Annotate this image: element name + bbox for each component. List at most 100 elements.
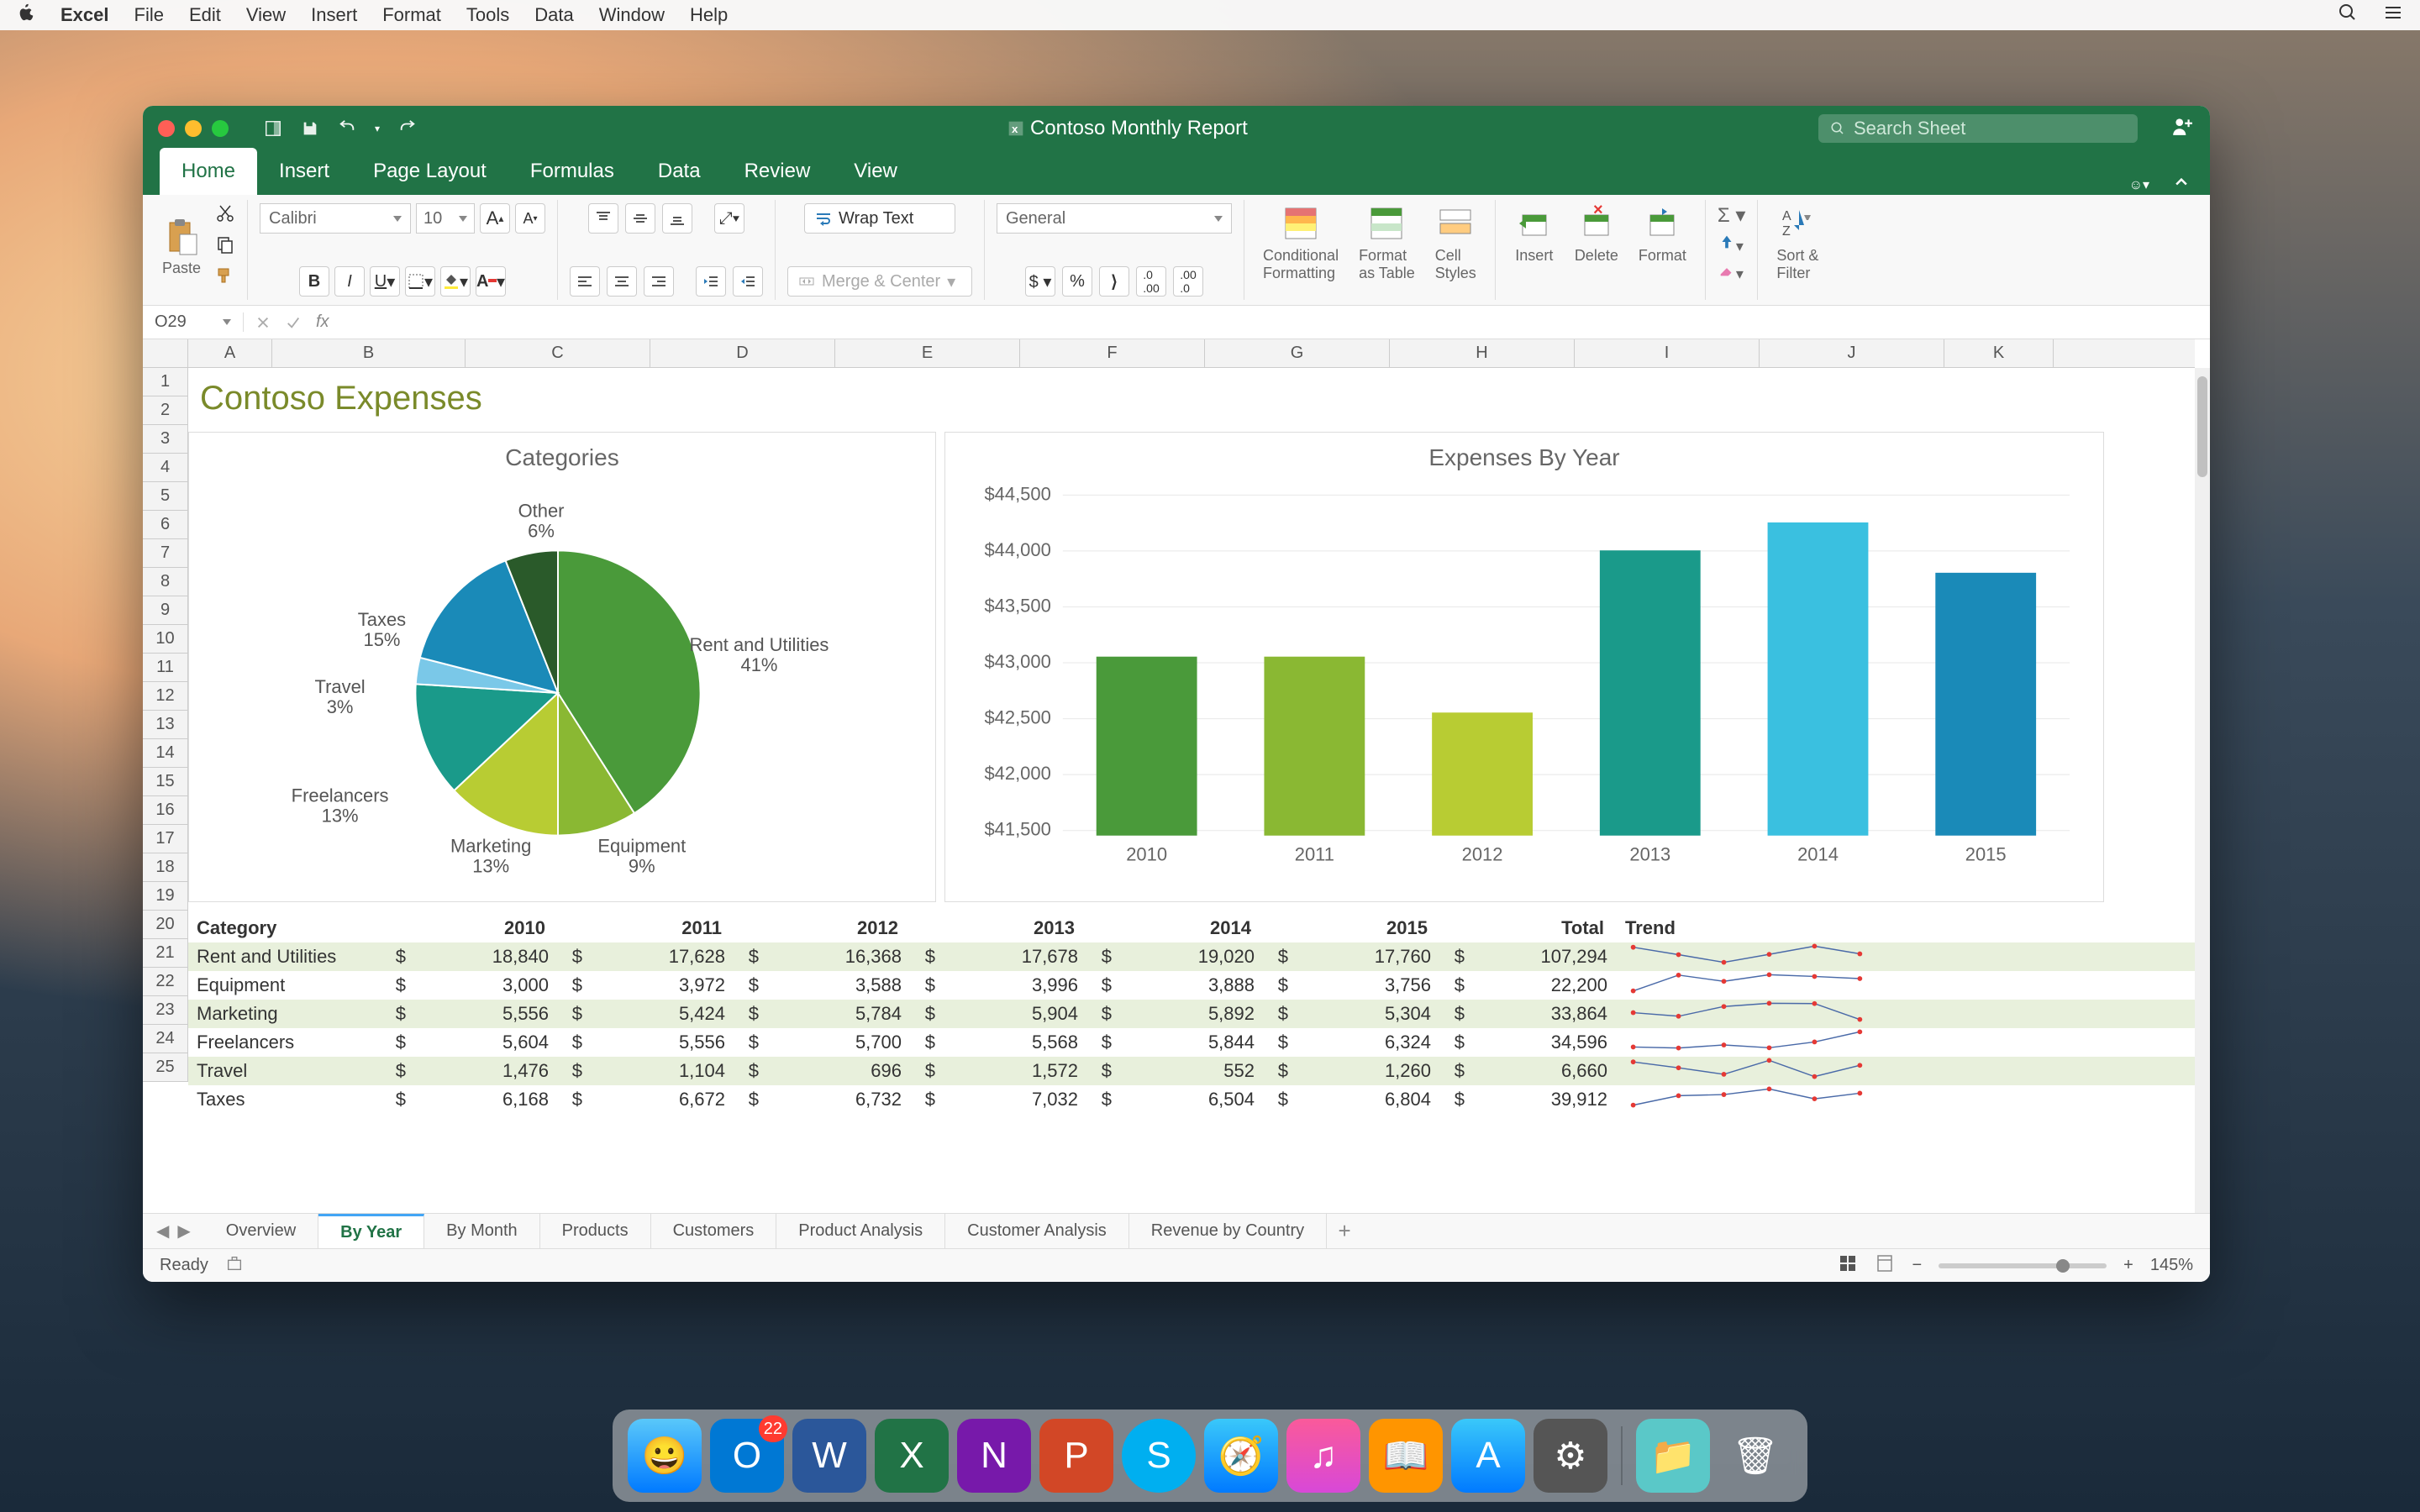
menu-list-icon[interactable] — [2383, 3, 2403, 28]
sheet-nav-next[interactable]: ▶ — [177, 1221, 190, 1242]
zoom-level[interactable]: 145% — [2150, 1256, 2193, 1275]
menu-view[interactable]: View — [246, 4, 286, 26]
border-button[interactable]: ▾ — [405, 266, 435, 297]
apple-icon[interactable] — [17, 3, 35, 27]
menu-app[interactable]: Excel — [60, 4, 109, 26]
row-header-10[interactable]: 10 — [143, 625, 187, 654]
zoom-out-button[interactable]: − — [1912, 1256, 1922, 1275]
row-header-20[interactable]: 20 — [143, 911, 187, 939]
align-left-button[interactable] — [570, 266, 600, 297]
row-header-19[interactable]: 19 — [143, 882, 187, 911]
collapse-ribbon-icon[interactable] — [2173, 174, 2190, 195]
feedback-icon[interactable]: ☺▾ — [2129, 176, 2149, 193]
search-sheet-input[interactable]: Search Sheet — [1818, 114, 2138, 143]
dock-trash[interactable]: 🗑 — [1718, 1419, 1792, 1493]
enter-icon[interactable] — [286, 315, 301, 330]
number-format-select[interactable]: General — [997, 203, 1232, 234]
menu-window[interactable]: Window — [599, 4, 665, 26]
dock-ibooks[interactable]: 📖 — [1369, 1419, 1443, 1493]
zoom-button[interactable] — [212, 120, 229, 137]
dock-skype[interactable]: S — [1122, 1419, 1196, 1493]
sheet-tab-customers[interactable]: Customers — [651, 1214, 777, 1248]
row-header-9[interactable]: 9 — [143, 596, 187, 625]
spotlight-icon[interactable] — [2338, 3, 2358, 28]
row-header-1[interactable]: 1 — [143, 368, 187, 396]
tab-home[interactable]: Home — [160, 148, 257, 195]
increase-decimal-button[interactable]: .0.00 — [1136, 266, 1166, 297]
add-sheet-button[interactable]: + — [1327, 1218, 1362, 1244]
col-header-H[interactable]: H — [1390, 339, 1575, 367]
col-header-A[interactable]: A — [188, 339, 272, 367]
undo-dropdown[interactable]: ▾ — [375, 123, 380, 134]
row-header-12[interactable]: 12 — [143, 682, 187, 711]
col-header-D[interactable]: D — [650, 339, 835, 367]
format-painter-icon[interactable] — [215, 265, 235, 290]
zoom-in-button[interactable]: + — [2123, 1256, 2133, 1275]
row-header-11[interactable]: 11 — [143, 654, 187, 682]
dock-settings[interactable]: ⚙ — [1534, 1419, 1607, 1493]
col-header-F[interactable]: F — [1020, 339, 1205, 367]
sheet-tab-product-analysis[interactable]: Product Analysis — [776, 1214, 945, 1248]
row-header-13[interactable]: 13 — [143, 711, 187, 739]
sheet-tab-by-month[interactable]: By Month — [424, 1214, 539, 1248]
col-header-B[interactable]: B — [272, 339, 466, 367]
tab-page-layout[interactable]: Page Layout — [351, 148, 508, 195]
autosave-icon[interactable] — [264, 119, 282, 138]
sheet-tab-products[interactable]: Products — [540, 1214, 651, 1248]
paste-button[interactable]: Paste — [155, 216, 208, 277]
decrease-indent-button[interactable] — [696, 266, 726, 297]
view-normal-icon[interactable] — [1838, 1253, 1858, 1278]
dock-word[interactable]: W — [792, 1419, 866, 1493]
tab-formulas[interactable]: Formulas — [508, 148, 636, 195]
view-page-layout-icon[interactable] — [1875, 1253, 1895, 1278]
macro-icon[interactable] — [225, 1254, 244, 1278]
dock-downloads[interactable]: 📁 — [1636, 1419, 1710, 1493]
dock-finder[interactable]: 😀 — [628, 1419, 702, 1493]
undo-icon[interactable] — [338, 119, 356, 138]
row-header-16[interactable]: 16 — [143, 796, 187, 825]
percent-button[interactable]: % — [1062, 266, 1092, 297]
tab-view[interactable]: View — [832, 148, 919, 195]
sheet-nav-prev[interactable]: ◀ — [156, 1221, 169, 1242]
sheet-tab-revenue-by-country[interactable]: Revenue by Country — [1129, 1214, 1327, 1248]
col-header-G[interactable]: G — [1205, 339, 1390, 367]
increase-font-button[interactable]: A▴ — [480, 203, 510, 234]
sheet-tab-customer-analysis[interactable]: Customer Analysis — [945, 1214, 1129, 1248]
format-cells-button[interactable]: Format — [1632, 203, 1693, 265]
row-header-18[interactable]: 18 — [143, 853, 187, 882]
row-header-22[interactable]: 22 — [143, 968, 187, 996]
dock-safari[interactable]: 🧭 — [1204, 1419, 1278, 1493]
close-button[interactable] — [158, 120, 175, 137]
row-header-14[interactable]: 14 — [143, 739, 187, 768]
sheet-tab-overview[interactable]: Overview — [204, 1214, 318, 1248]
align-right-button[interactable] — [644, 266, 674, 297]
fill-icon[interactable]: ▾ — [1718, 233, 1744, 255]
insert-cells-button[interactable]: Insert — [1507, 203, 1561, 265]
copy-icon[interactable] — [215, 234, 235, 259]
zoom-slider[interactable] — [1939, 1263, 2107, 1268]
row-header-6[interactable]: 6 — [143, 511, 187, 539]
row-header-8[interactable]: 8 — [143, 568, 187, 596]
align-center-button[interactable] — [607, 266, 637, 297]
menu-tools[interactable]: Tools — [466, 4, 509, 26]
fill-color-button[interactable]: ▾ — [440, 266, 471, 297]
cell-styles-button[interactable]: Cell Styles — [1428, 203, 1483, 282]
row-header-7[interactable]: 7 — [143, 539, 187, 568]
name-box[interactable]: O29 — [143, 312, 244, 332]
select-all-corner[interactable] — [143, 339, 188, 367]
bar-chart[interactable]: Expenses By Year $41,500$42,000$42,500$4… — [944, 432, 2104, 902]
dock-excel[interactable]: X — [875, 1419, 949, 1493]
row-header-23[interactable]: 23 — [143, 996, 187, 1025]
col-header-J[interactable]: J — [1760, 339, 1944, 367]
conditional-formatting-button[interactable]: Conditional Formatting — [1256, 203, 1345, 282]
sort-filter-button[interactable]: AZSort & Filter — [1770, 203, 1825, 282]
row-header-3[interactable]: 3 — [143, 425, 187, 454]
row-header-25[interactable]: 25 — [143, 1053, 187, 1082]
minimize-button[interactable] — [185, 120, 202, 137]
menu-edit[interactable]: Edit — [189, 4, 221, 26]
share-icon[interactable] — [2171, 115, 2193, 143]
underline-button[interactable]: U ▾ — [370, 266, 400, 297]
menu-file[interactable]: File — [134, 4, 164, 26]
col-header-K[interactable]: K — [1944, 339, 2054, 367]
autosum-icon[interactable]: Σ ▾ — [1718, 203, 1746, 228]
